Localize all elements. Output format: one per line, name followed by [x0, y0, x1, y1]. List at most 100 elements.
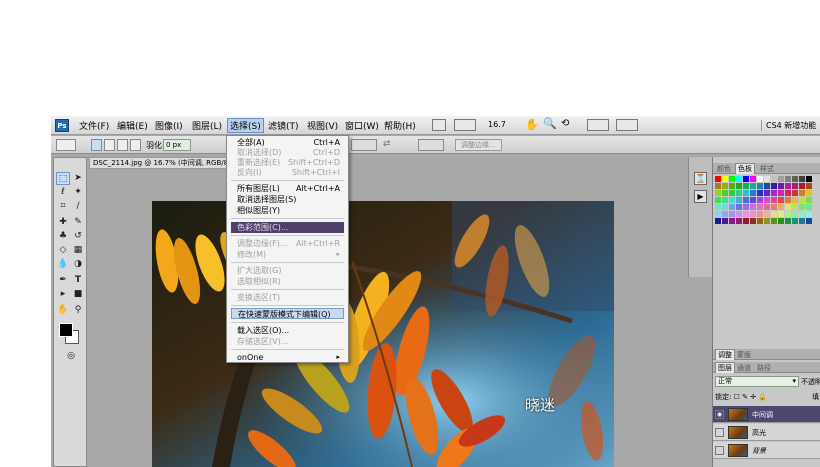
color-swatch[interactable] — [778, 218, 784, 224]
menu-item-transform-selection[interactable]: 变换选区(T) — [237, 292, 344, 303]
menu-item-modify[interactable]: 修改(M) ▸ — [237, 249, 344, 260]
menu-item-all-layers[interactable]: 所有图层(L) Alt+Ctrl+A — [237, 183, 344, 194]
menu-item-grow[interactable]: 扩大选取(G) — [237, 265, 344, 276]
bridge-icon[interactable] — [432, 119, 446, 131]
color-swatch[interactable] — [771, 176, 777, 182]
zoom-level[interactable]: 16.7 — [488, 120, 506, 129]
feather-input[interactable]: 0 px — [163, 139, 191, 151]
menu-item-similar-layers[interactable]: 相似图层(Y) — [237, 205, 344, 216]
magic-wand-icon[interactable]: ✦ — [71, 186, 85, 199]
visibility-eye-icon[interactable] — [715, 446, 724, 455]
layer-row[interactable]: 高光 — [713, 424, 820, 441]
color-swatch[interactable] — [799, 176, 805, 182]
menu-item-inverse[interactable]: 反向(I) Shift+Ctrl+I — [237, 167, 344, 178]
color-swatch[interactable] — [771, 183, 777, 189]
lock-all-icon[interactable]: 🔒 — [758, 393, 767, 401]
menu-view[interactable]: 视图(V) — [307, 119, 338, 132]
color-swatch[interactable] — [806, 176, 812, 182]
gradient-tool-icon[interactable]: ▦ — [71, 244, 85, 257]
color-swatch[interactable] — [806, 197, 812, 203]
color-swatch[interactable] — [757, 183, 763, 189]
color-swatch[interactable] — [750, 218, 756, 224]
color-swatch[interactable] — [750, 190, 756, 196]
color-swatch[interactable] — [764, 211, 770, 217]
menu-item-similar[interactable]: 选取相似(R) — [237, 276, 344, 287]
color-swatch[interactable] — [764, 218, 770, 224]
color-swatch[interactable] — [785, 197, 791, 203]
color-swatch[interactable] — [792, 204, 798, 210]
tab-layers[interactable]: 图层 — [715, 362, 735, 373]
blend-mode-select[interactable]: 正常 ▾ — [715, 376, 799, 387]
menu-window[interactable]: 窗口(W) — [345, 119, 379, 132]
color-swatch[interactable] — [729, 211, 735, 217]
lasso-tool-icon[interactable]: ℓ — [56, 186, 70, 199]
zoom-tool-icon[interactable]: ⚲ — [71, 304, 85, 317]
color-swatch[interactable] — [750, 211, 756, 217]
color-swatch[interactable] — [743, 190, 749, 196]
menu-item-onone[interactable]: onOne ▸ — [237, 352, 344, 363]
color-swatch[interactable] — [736, 204, 742, 210]
color-swatch[interactable] — [750, 197, 756, 203]
color-swatch[interactable] — [715, 218, 721, 224]
color-swatch[interactable] — [757, 190, 763, 196]
color-swatch[interactable] — [764, 176, 770, 182]
arrange-documents-icon[interactable] — [587, 119, 609, 131]
menu-select[interactable]: 选择(S) — [227, 118, 264, 133]
color-swatch[interactable] — [771, 190, 777, 196]
color-swatch[interactable] — [750, 183, 756, 189]
tab-color[interactable]: 颜色 — [715, 164, 733, 174]
lock-pixels-icon[interactable]: ✎ — [742, 393, 748, 401]
color-swatch[interactable] — [736, 190, 742, 196]
color-swatch[interactable] — [736, 183, 742, 189]
rotate-view-icon[interactable]: ⟲ — [561, 118, 569, 129]
menu-layer[interactable]: 图层(L) — [192, 119, 222, 132]
crop-tool-icon[interactable]: ⌗ — [56, 200, 70, 213]
color-swatch[interactable] — [722, 211, 728, 217]
menu-file[interactable]: 文件(F) — [79, 119, 109, 132]
type-tool-icon[interactable]: T — [71, 274, 85, 287]
color-swatch[interactable] — [750, 176, 756, 182]
color-swatch[interactable] — [715, 204, 721, 210]
color-swatch[interactable] — [799, 204, 805, 210]
move-tool-icon[interactable]: ➤ — [71, 172, 85, 185]
layer-row[interactable]: ◉ 中间调 — [713, 406, 820, 423]
menu-image[interactable]: 图像(I) — [155, 119, 183, 132]
swap-icon[interactable]: ⇄ — [383, 139, 391, 149]
color-swatch[interactable] — [757, 204, 763, 210]
width-field[interactable] — [351, 139, 377, 151]
color-swatch[interactable] — [806, 190, 812, 196]
layer-row[interactable]: 背景 — [713, 442, 820, 459]
menu-help[interactable]: 帮助(H) — [384, 119, 416, 132]
color-swatch[interactable] — [778, 190, 784, 196]
document-tab[interactable]: DSC_2114.jpg @ 16.7% (中间调, RGB/8) — [89, 157, 229, 169]
color-swatch[interactable] — [785, 211, 791, 217]
color-swatch[interactable] — [729, 183, 735, 189]
color-swatch[interactable] — [771, 204, 777, 210]
color-swatch[interactable] — [722, 176, 728, 182]
tab-styles[interactable]: 样式 — [758, 164, 776, 174]
color-swatch[interactable] — [778, 197, 784, 203]
color-swatch[interactable] — [771, 211, 777, 217]
color-swatch[interactable] — [792, 197, 798, 203]
color-swatch[interactable] — [792, 190, 798, 196]
shape-tool-icon[interactable]: ■ — [71, 288, 85, 301]
color-swatch[interactable] — [722, 190, 728, 196]
color-swatch[interactable] — [785, 204, 791, 210]
swatch-grid[interactable] — [713, 176, 820, 224]
eraser-icon[interactable]: ◇ — [56, 244, 70, 257]
quick-mask-icon[interactable]: ◎ — [64, 350, 78, 363]
color-swatch[interactable] — [736, 218, 742, 224]
healing-brush-icon[interactable]: ✚ — [56, 216, 70, 229]
color-swatch[interactable] — [771, 218, 777, 224]
visibility-eye-icon[interactable] — [715, 428, 724, 437]
color-swatch[interactable] — [729, 218, 735, 224]
height-field[interactable] — [418, 139, 444, 151]
menu-item-load-selection[interactable]: 载入选区(O)... — [237, 325, 344, 336]
zoom-tool-icon[interactable]: 🔍 — [543, 117, 557, 130]
color-swatch[interactable] — [743, 183, 749, 189]
color-swatch[interactable] — [757, 176, 763, 182]
color-swatch[interactable] — [743, 218, 749, 224]
subtract-selection-icon[interactable] — [117, 139, 128, 151]
color-swatch[interactable] — [778, 176, 784, 182]
color-swatch[interactable] — [722, 204, 728, 210]
